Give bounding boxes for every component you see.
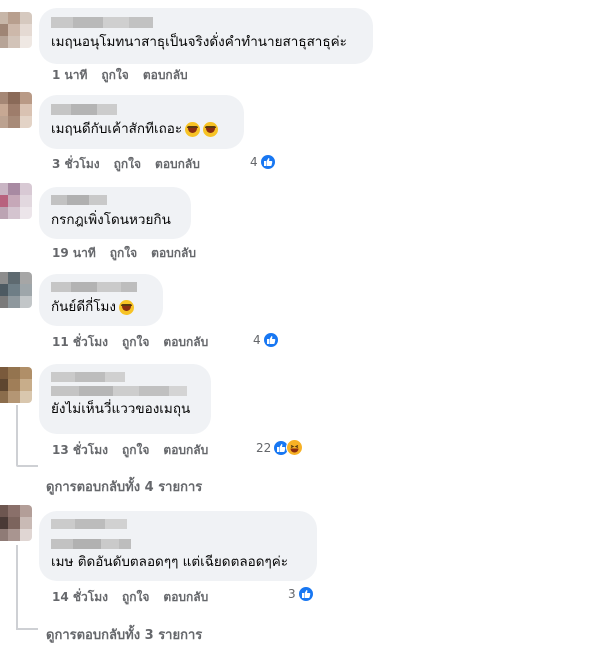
view-replies-link[interactable]: ดูการตอบกลับทั้ง 3 รายการ [46, 624, 202, 645]
reaction-summary[interactable]: 4 [250, 154, 276, 170]
view-replies-link[interactable]: ดูการตอบกลับทั้ง 4 รายการ [46, 476, 202, 497]
blurred-author-name[interactable] [51, 372, 199, 382]
reaction-count: 3 [288, 587, 296, 601]
comment-bubble: กันย์ดีกี่โมง [39, 274, 163, 326]
reply-button[interactable]: ตอบกลับ [163, 441, 208, 460]
reaction-count: 22 [256, 440, 272, 455]
comment-text: เมษ ติดอันดับตลอดๆๆ แต่เฉียดตลอดๆค่ะ [51, 554, 289, 570]
reaction-summary[interactable]: 3 [288, 586, 314, 602]
comment-actions: 3 ชั่วโมง ถูกใจ ตอบกลับ [52, 155, 214, 174]
avatar[interactable] [0, 12, 32, 48]
reply-button[interactable]: ตอบกลับ [155, 155, 200, 174]
blurred-author-name-2 [51, 386, 199, 396]
comment-bubble: ยังไม่เห็นวี่แววของเมถุน [39, 364, 211, 434]
comment-text: เมฤนอนุโมทนาสาธุเป็นจริงดั่งคำทำนายสาธุส… [51, 34, 347, 50]
like-reaction-icon [259, 154, 276, 170]
comment-text: ยังไม่เห็นวี่แววของเมถุน [51, 401, 191, 417]
laughing-emoji-icon [119, 299, 134, 315]
reply-button[interactable]: ตอบกลับ [163, 333, 208, 352]
timestamp[interactable]: 3 ชั่วโมง [52, 155, 100, 174]
timestamp[interactable]: 1 นาที [52, 66, 87, 85]
reply-button[interactable]: ตอบกลับ [143, 66, 188, 85]
reaction-count: 4 [250, 155, 258, 169]
like-button[interactable]: ถูกใจ [122, 333, 149, 352]
comment-actions: 14 ชั่วโมง ถูกใจ ตอบกลับ [52, 588, 222, 607]
laughing-emoji-icon [185, 121, 201, 137]
reaction-summary[interactable]: 4 [253, 332, 279, 348]
comment-text: เมฤนดีกับเค้าสักทีเถอะ [51, 120, 232, 138]
like-reaction-icon [262, 332, 279, 348]
laughing-emoji-icon [203, 121, 219, 137]
blurred-author-name[interactable] [51, 17, 361, 28]
blurred-author-name[interactable] [51, 282, 151, 292]
reaction-summary[interactable]: 22 [256, 439, 304, 456]
like-button[interactable]: ถูกใจ [114, 155, 141, 174]
blurred-author-name[interactable] [51, 519, 305, 529]
thread-line [16, 545, 18, 628]
thread-line-branch [16, 465, 38, 467]
comment-bubble: เมฤนดีกับเค้าสักทีเถอะ [39, 95, 244, 149]
thread-line [16, 405, 18, 465]
like-button[interactable]: ถูกใจ [110, 244, 137, 263]
thread-line-branch [16, 628, 38, 630]
avatar[interactable] [0, 505, 32, 541]
timestamp[interactable]: 14 ชั่วโมง [52, 588, 108, 607]
timestamp[interactable]: 11 ชั่วโมง [52, 333, 108, 352]
comment-actions: 1 นาที ถูกใจ ตอบกลับ [52, 66, 202, 85]
reaction-count: 4 [253, 333, 261, 347]
blurred-author-name[interactable] [51, 195, 179, 205]
reply-button[interactable]: ตอบกลับ [151, 244, 196, 263]
comment-actions: 13 ชั่วโมง ถูกใจ ตอบกลับ [52, 441, 222, 460]
timestamp[interactable]: 13 ชั่วโมง [52, 441, 108, 460]
like-reaction-icon [297, 586, 314, 602]
avatar[interactable] [0, 272, 32, 308]
comment-actions: 11 ชั่วโมง ถูกใจ ตอบกลับ [52, 333, 222, 352]
comment-text: กันย์ดีกี่โมง [51, 298, 151, 316]
comment-bubble: กรกฎเพิ่งโดนหวยกิน [39, 187, 191, 239]
haha-reaction-icon [286, 439, 304, 456]
comment-bubble: เมษ ติดอันดับตลอดๆๆ แต่เฉียดตลอดๆค่ะ [39, 511, 317, 581]
timestamp[interactable]: 19 นาที [52, 244, 96, 263]
comment-actions: 19 นาที ถูกใจ ตอบกลับ [52, 244, 210, 263]
reply-button[interactable]: ตอบกลับ [163, 588, 208, 607]
blurred-author-name[interactable] [51, 104, 232, 115]
comment-bubble: เมฤนอนุโมทนาสาธุเป็นจริงดั่งคำทำนายสาธุส… [39, 8, 373, 64]
avatar[interactable] [0, 367, 32, 403]
blurred-author-name-2 [51, 539, 305, 549]
comment-text: กรกฎเพิ่งโดนหวยกิน [51, 212, 171, 228]
avatar[interactable] [0, 183, 32, 219]
like-button[interactable]: ถูกใจ [122, 588, 149, 607]
like-button[interactable]: ถูกใจ [101, 66, 128, 85]
like-button[interactable]: ถูกใจ [122, 441, 149, 460]
avatar[interactable] [0, 92, 32, 128]
